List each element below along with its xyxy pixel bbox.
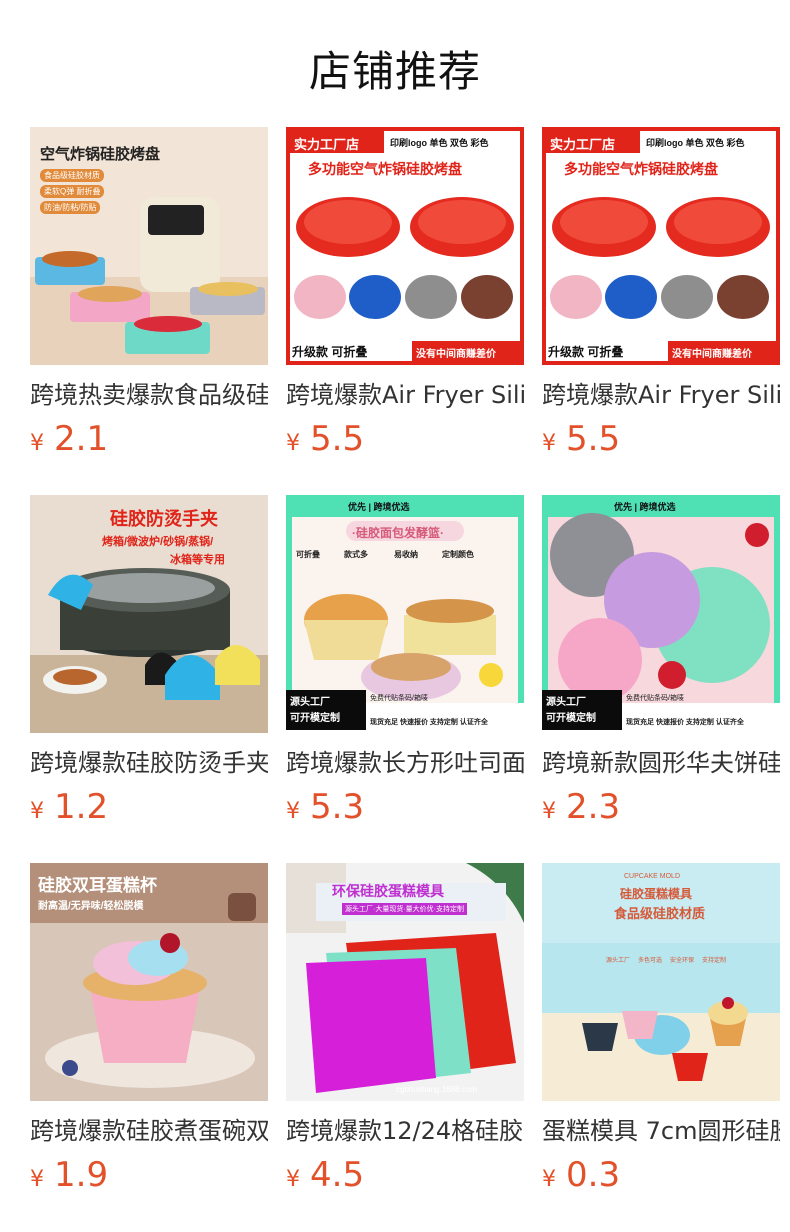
currency-symbol: ¥ [30, 431, 44, 456]
image-caption: 可开模定制 [290, 713, 340, 724]
product-image[interactable]: 实力工厂店 印刷logo 单色 双色 彩色 多功能空气炸锅硅胶烤盘 升级款 可折… [286, 127, 524, 365]
product-card[interactable]: 硅胶双耳蛋糕杯 耐高温/无异味/轻松脱模 跨境爆款硅胶煮蛋碗双耳蛋糕杯 ¥1.9 [30, 863, 268, 1197]
price-value: 1.9 [54, 1155, 109, 1195]
product-image[interactable]: 实力工厂店 印刷logo 单色 双色 彩色 多功能空气炸锅硅胶烤盘 升级款 可折… [542, 127, 780, 365]
product-card[interactable]: 实力工厂店 印刷logo 单色 双色 彩色 多功能空气炸锅硅胶烤盘 升级款 可折… [542, 127, 780, 461]
price-value: 5.3 [310, 787, 365, 827]
currency-symbol: ¥ [286, 431, 300, 456]
currency-symbol: ¥ [286, 799, 300, 824]
product-name[interactable]: 蛋糕模具 7cm圆形硅胶蛋糕杯 [542, 1111, 780, 1151]
image-caption: 源头工厂 [546, 697, 586, 708]
product-name[interactable]: 跨境爆款Air Fryer Silicone Pot [542, 375, 780, 415]
product-name[interactable]: 跨境爆款长方形吐司面包发酵篮 [286, 743, 524, 783]
product-price: ¥1.9 [30, 1155, 268, 1197]
image-caption: 空气炸锅硅胶烤盘 [40, 146, 161, 163]
image-caption: 升级款 可折叠 [548, 345, 624, 359]
product-image[interactable]: 环保硅胶蛋糕模具 源头工厂·大量现货·量大价优·支持定制 cgbhushang.… [286, 863, 524, 1101]
image-caption: 可开模定制 [546, 713, 596, 724]
image-caption: 食品级硅胶材质 [40, 169, 104, 182]
image-caption: 没有中间商赚差价 [672, 349, 752, 360]
image-caption: CUPCAKE MOLD [624, 873, 681, 880]
price-value: 0.3 [566, 1155, 621, 1195]
currency-symbol: ¥ [542, 431, 556, 456]
product-price: ¥5.5 [542, 419, 780, 461]
image-caption: ·硅胶面包发酵篮· [352, 526, 444, 540]
image-caption: cgbhushang.1688.com [396, 1085, 477, 1094]
product-card[interactable]: 优先 | 跨境优选 源头工厂 可开模定制 免费代贴条码/箱唛 现货充足 快速报价… [542, 495, 780, 829]
product-name[interactable]: 跨境爆款硅胶防烫手夹隔热手套 [30, 743, 268, 783]
product-card[interactable]: 优先 | 跨境优选 ·硅胶面包发酵篮· 可折叠 款式多 易收纳 定制颜色 源头工… [286, 495, 524, 829]
image-caption: 耐高温/无异味/轻松脱模 [38, 901, 144, 912]
product-image[interactable]: 空气炸锅硅胶烤盘 食品级硅胶材质 柔软Q弹 耐折叠 防油/防粘/防贴 [30, 127, 268, 365]
product-image[interactable]: CUPCAKE MOLD 硅胶蛋糕模具 食品级硅胶材质 源头工厂 多色可选 安全… [542, 863, 780, 1101]
product-card[interactable]: 实力工厂店 印刷logo 单色 双色 彩色 多功能空气炸锅硅胶烤盘 升级款 可折… [286, 127, 524, 461]
image-caption: 免费代贴条码/箱唛 [626, 695, 684, 702]
image-caption: 源头工厂 [606, 958, 631, 964]
product-image[interactable]: 优先 | 跨境优选 ·硅胶面包发酵篮· 可折叠 款式多 易收纳 定制颜色 源头工… [286, 495, 524, 733]
currency-symbol: ¥ [286, 1167, 300, 1192]
image-caption: 防油/防粘/防贴 [40, 201, 101, 214]
product-price: ¥5.3 [286, 787, 524, 829]
currency-symbol: ¥ [30, 1167, 44, 1192]
image-caption: 环保硅胶蛋糕模具 [332, 883, 444, 899]
product-image[interactable]: 硅胶防烫手夹 烤箱/微波炉/砂锅/蒸锅/ 冰箱等专用 [30, 495, 268, 733]
price-value: 2.1 [54, 419, 109, 459]
price-value: 4.5 [310, 1155, 365, 1195]
image-caption: 源头工厂·大量现货·量大价优·支持定制 [342, 903, 467, 915]
image-caption: 多色可选 [638, 958, 663, 964]
image-caption: 多功能空气炸锅硅胶烤盘 [564, 161, 718, 177]
price-value: 5.5 [310, 419, 365, 459]
image-caption: 硅胶双耳蛋糕杯 [38, 876, 157, 895]
image-caption: 安全环保 [670, 958, 695, 964]
image-caption: 印刷logo 单色 双色 彩色 [390, 138, 489, 148]
image-caption: 冰箱等专用 [170, 554, 225, 566]
image-caption: 易收纳 [394, 550, 418, 559]
product-name[interactable]: 跨境爆款Air Fryer Silicone Liner [286, 375, 524, 415]
price-value: 1.2 [54, 787, 109, 827]
product-price: ¥0.3 [542, 1155, 780, 1197]
product-card[interactable]: 硅胶防烫手夹 烤箱/微波炉/砂锅/蒸锅/ 冰箱等专用 跨境爆款硅胶防烫手夹隔热手… [30, 495, 268, 829]
image-caption: 实力工厂店 [294, 137, 360, 152]
image-caption: 实力工厂店 [550, 137, 616, 152]
page-title: 店铺推荐 [308, 47, 481, 96]
currency-symbol: ¥ [542, 1167, 556, 1192]
image-caption: 升级款 可折叠 [292, 345, 368, 359]
price-value: 5.5 [566, 419, 621, 459]
image-caption: 硅胶防烫手夹 [110, 509, 218, 529]
price-value: 2.3 [566, 787, 621, 827]
product-price: ¥1.2 [30, 787, 268, 829]
product-price: ¥2.3 [542, 787, 780, 829]
product-image[interactable]: 硅胶双耳蛋糕杯 耐高温/无异味/轻松脱模 [30, 863, 268, 1101]
image-caption: 定制颜色 [442, 550, 474, 559]
product-price: ¥5.5 [286, 419, 524, 461]
image-caption: 可折叠 [296, 550, 320, 559]
image-caption: 印刷logo 单色 双色 彩色 [646, 138, 745, 148]
image-caption: 支持定制 [702, 958, 727, 964]
image-caption: 现货充足 快速报价 支持定制 认证齐全 [370, 719, 488, 726]
image-caption: 优先 | 跨境优选 [348, 502, 410, 512]
product-image[interactable]: 优先 | 跨境优选 源头工厂 可开模定制 免费代贴条码/箱唛 现货充足 快速报价… [542, 495, 780, 733]
image-caption: 柔软Q弹 耐折叠 [40, 185, 105, 198]
image-caption: 食品级硅胶材质 [614, 906, 706, 921]
currency-symbol: ¥ [542, 799, 556, 824]
image-caption: 免费代贴条码/箱唛 [370, 695, 428, 702]
image-caption: 优先 | 跨境优选 [614, 502, 676, 512]
product-name[interactable]: 跨境爆款硅胶煮蛋碗双耳蛋糕杯 [30, 1111, 268, 1151]
product-price: ¥4.5 [286, 1155, 524, 1197]
image-caption: 硅胶蛋糕模具 [620, 887, 693, 901]
currency-symbol: ¥ [30, 799, 44, 824]
image-caption: 没有中间商赚差价 [416, 349, 496, 360]
product-card[interactable]: 环保硅胶蛋糕模具 源头工厂·大量现货·量大价优·支持定制 cgbhushang.… [286, 863, 524, 1197]
image-caption: 多功能空气炸锅硅胶烤盘 [308, 161, 462, 177]
image-caption: 烤箱/微波炉/砂锅/蒸锅/ [102, 536, 214, 548]
image-caption: 现货充足 快速报价 支持定制 认证齐全 [626, 719, 744, 726]
image-caption: 款式多 [344, 550, 368, 559]
product-card[interactable]: CUPCAKE MOLD 硅胶蛋糕模具 食品级硅胶材质 源头工厂 多色可选 安全… [542, 863, 780, 1197]
product-name[interactable]: 跨境热卖爆款食品级硅胶空气炸锅烤盘 [30, 375, 268, 415]
product-card[interactable]: 空气炸锅硅胶烤盘 食品级硅胶材质 柔软Q弹 耐折叠 防油/防粘/防贴 跨境热卖爆… [30, 127, 268, 461]
product-name[interactable]: 跨境爆款12/24格硅胶蛋糕模具 [286, 1111, 524, 1151]
image-caption: 源头工厂 [290, 697, 330, 708]
product-price: ¥2.1 [30, 419, 268, 461]
product-name[interactable]: 跨境新款圆形华夫饼硅胶模具 [542, 743, 780, 783]
